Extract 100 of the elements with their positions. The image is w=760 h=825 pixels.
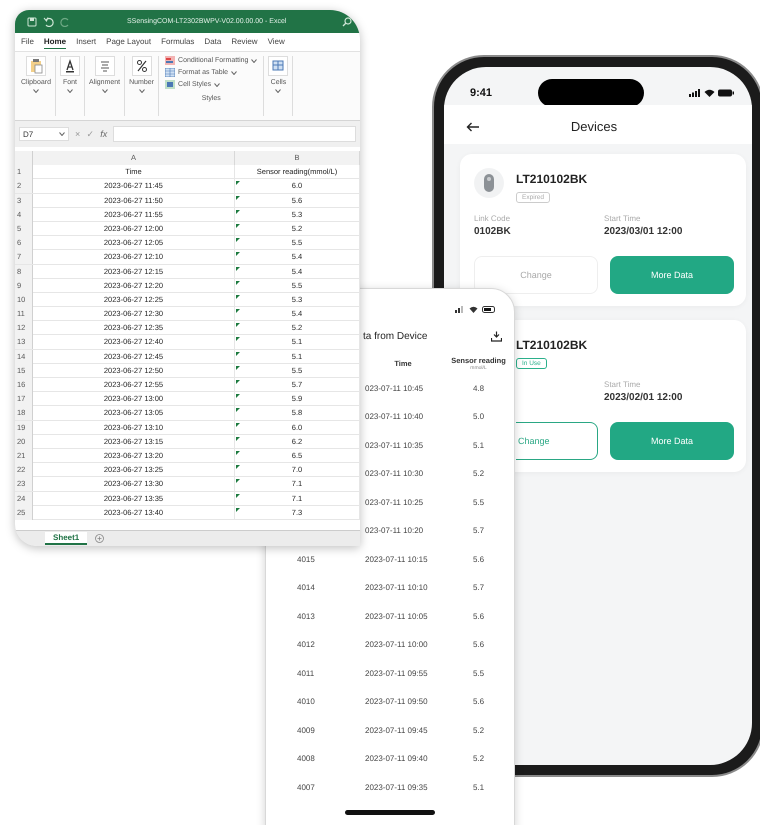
error-indicator-icon <box>236 196 240 200</box>
table-cell: 5.2 <box>472 754 484 764</box>
table-cell: 2023-07-11 10:10 <box>365 583 428 592</box>
error-indicator-icon <box>236 294 240 299</box>
error-indicator-icon <box>236 238 240 242</box>
device-name: LT210102BK <box>516 338 588 352</box>
error-indicator-icon <box>236 252 240 256</box>
error-indicator-icon <box>236 337 240 342</box>
percent-icon <box>134 58 149 74</box>
wifi-icon <box>469 306 478 312</box>
table-cell: 023-07-11 10:40 <box>365 412 424 422</box>
table-cell: 4007 <box>297 782 315 792</box>
table-cell: 023-07-11 10:35 <box>365 440 424 450</box>
table-cell: 4011 <box>297 668 314 678</box>
formula-field[interactable] <box>113 126 356 142</box>
error-indicator-icon <box>236 494 240 498</box>
table-cell: 023-07-11 10:20 <box>365 526 424 536</box>
caret-icon <box>138 89 145 93</box>
error-indicator-icon <box>236 352 240 356</box>
table-cell: 4009 <box>297 726 315 735</box>
caret-icon <box>66 89 73 93</box>
conditional-formatting-icon <box>165 56 176 65</box>
error-indicator-icon <box>236 408 240 412</box>
error-indicator-icon <box>236 436 240 441</box>
table-cell: 4014 <box>297 583 315 592</box>
status-time: 9:41 <box>470 87 492 99</box>
error-indicator-icon <box>236 450 240 455</box>
insert-function-button[interactable]: fx <box>100 129 108 139</box>
table-cell: 2023-07-11 10:15 <box>365 554 428 564</box>
ribbon-tab[interactable]: Page Layout <box>106 35 152 49</box>
ribbon-button[interactable] <box>60 56 80 76</box>
table-cell: 4012 <box>297 640 315 650</box>
error-indicator-icon <box>236 366 240 370</box>
name-box[interactable]: D7 <box>19 127 69 141</box>
error-indicator-icon <box>236 508 240 512</box>
error-indicator-icon <box>236 280 240 285</box>
field-label: Start Time <box>604 380 642 389</box>
table-cell: 5.6 <box>472 554 484 564</box>
error-indicator-icon <box>236 323 240 328</box>
table-cell: 4.8 <box>472 384 484 393</box>
table-cell: 2023-07-11 09:55 <box>365 668 428 678</box>
ribbon-tab[interactable]: View <box>268 35 285 49</box>
sheet-tab[interactable]: Sheet1 <box>45 532 88 545</box>
ribbon-tab[interactable]: Data <box>204 35 222 49</box>
ribbon-button[interactable] <box>94 56 115 76</box>
field-value: 2023/02/01 12:00 <box>604 392 684 403</box>
caret-icon <box>231 70 238 74</box>
device-icon <box>474 168 504 198</box>
table-cell: 5.1 <box>472 440 484 450</box>
paste-icon <box>28 58 43 74</box>
table-cell: 5.5 <box>472 498 484 507</box>
table-cell: 5.5 <box>472 668 484 678</box>
ribbon-tab[interactable]: Home <box>44 35 66 49</box>
table-cell: 5.0 <box>472 412 484 422</box>
table-cell: 4013 <box>297 612 315 621</box>
caret-icon <box>32 89 39 93</box>
error-indicator-icon <box>236 422 240 427</box>
table-cell: 023-07-11 10:30 <box>365 469 424 478</box>
battery-icon <box>482 306 496 312</box>
format-table-icon <box>165 68 176 77</box>
ribbon-button[interactable] <box>132 56 152 76</box>
signal-icon <box>455 306 465 312</box>
download-icon <box>491 331 502 342</box>
table-cell: 2023-07-11 09:45 <box>365 726 428 735</box>
cell-styles-icon <box>165 80 176 89</box>
error-indicator-icon <box>236 479 240 484</box>
table-cell: 5.6 <box>472 697 484 706</box>
table-cell: 2023-07-11 09:40 <box>365 754 428 764</box>
table-cell: 5.2 <box>472 469 484 478</box>
table-cell: 4015 <box>297 554 315 564</box>
table-cell: 023-07-11 10:25 <box>365 498 424 507</box>
caret-icon <box>59 132 65 136</box>
ribbon-tab[interactable]: File <box>21 35 34 49</box>
ribbon-tab[interactable]: Formulas <box>161 35 194 49</box>
table-cell: 2023-07-11 10:05 <box>365 612 428 621</box>
field-label: Start Time <box>604 214 642 223</box>
table-cell: 2023-07-11 10:00 <box>365 640 428 650</box>
redo-icon <box>60 16 71 26</box>
table-cell: 5.6 <box>472 640 484 650</box>
table-cell: 5.6 <box>472 612 484 621</box>
table-cell: 2023-07-11 09:50 <box>365 697 428 706</box>
save-icon <box>27 16 37 26</box>
error-indicator-icon <box>236 210 240 214</box>
error-indicator-icon <box>236 465 240 470</box>
caret-icon <box>275 89 282 93</box>
table-cell: 2023-07-11 09:35 <box>365 782 428 792</box>
table-cell: 5.1 <box>472 782 484 792</box>
error-indicator-icon <box>236 380 240 384</box>
error-indicator-icon <box>236 266 240 270</box>
table-cell: 5.7 <box>472 526 484 536</box>
device-name: LT210102BK <box>516 172 588 186</box>
table-cell: 5.2 <box>472 726 484 735</box>
search-icon <box>342 16 352 26</box>
signal-icon <box>689 89 701 97</box>
back-arrow-icon <box>466 122 480 132</box>
table-cell: 023-07-11 10:45 <box>365 384 424 393</box>
ribbon-tab[interactable]: Review <box>231 35 258 49</box>
undo-icon <box>43 16 54 26</box>
caret-icon <box>102 89 108 93</box>
ribbon-tab[interactable]: Insert <box>76 35 96 49</box>
